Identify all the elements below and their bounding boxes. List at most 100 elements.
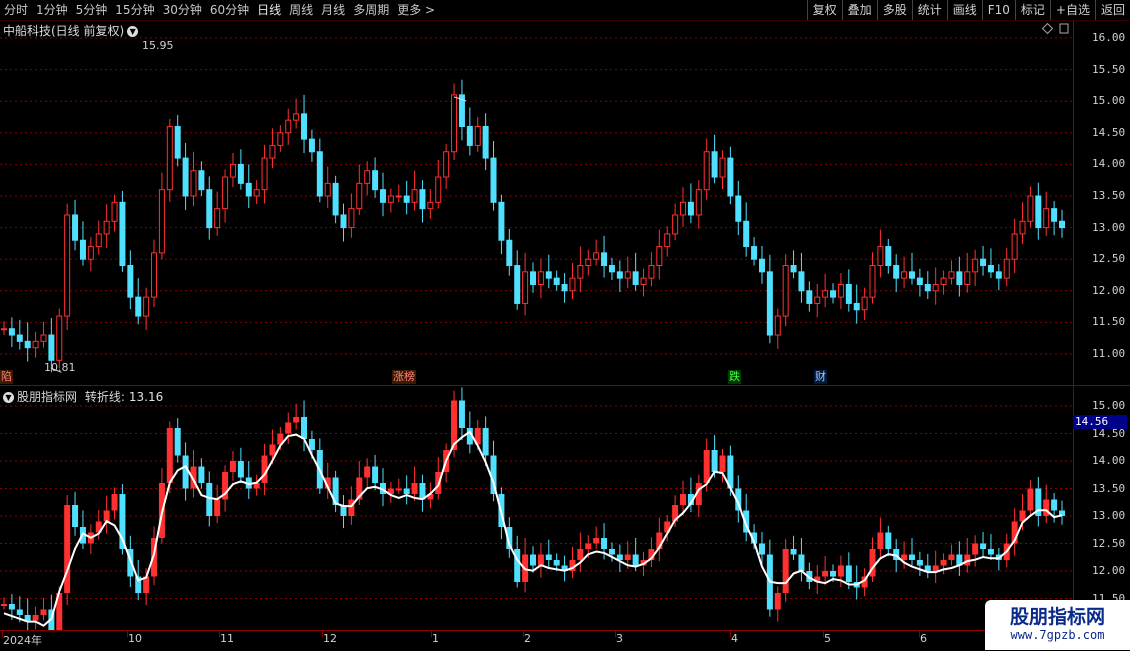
indicator-bar	[680, 494, 687, 505]
candle-body	[466, 125, 473, 146]
indicator-bar	[932, 565, 939, 571]
candle-body	[48, 334, 55, 361]
price-tick-label: 14.50	[1092, 125, 1126, 139]
indicator-bar	[530, 554, 536, 566]
candle-body	[995, 271, 1002, 279]
indicator-bar	[308, 439, 315, 450]
candle-body	[980, 258, 987, 267]
candle-body	[577, 265, 584, 279]
indicator-bar	[1, 604, 7, 606]
candle-body	[506, 239, 513, 267]
candle-body	[119, 201, 126, 267]
indicator-bar	[916, 560, 923, 566]
watermark-url: www.7gpzb.com	[1010, 628, 1105, 642]
candle-body	[624, 271, 631, 279]
candle-body	[830, 290, 837, 298]
tool-button-8[interactable]: 返回	[1094, 0, 1130, 20]
candle-body	[87, 246, 94, 260]
candle-body	[261, 157, 268, 191]
indicator-bar	[632, 554, 639, 566]
indicator-bar	[585, 543, 592, 549]
candle-body	[1027, 195, 1034, 222]
candle-body	[640, 277, 647, 285]
indicator-bar	[837, 565, 844, 577]
candle-body	[1, 328, 7, 331]
candle-body	[40, 334, 47, 342]
indicator-bar	[885, 532, 892, 549]
candle-body	[285, 119, 292, 134]
candle-body	[1043, 208, 1050, 229]
candle-body	[166, 125, 173, 191]
candle-body	[1051, 208, 1058, 222]
price-tick-label: 14.00	[1092, 157, 1126, 171]
date-tick-label: 1	[432, 632, 439, 645]
candle-body	[245, 182, 252, 197]
indicator-bar	[774, 593, 781, 610]
candle-body	[340, 214, 347, 229]
candle-body	[972, 258, 979, 273]
candle-body	[293, 113, 300, 121]
indicator-bar	[758, 543, 765, 555]
date-axis[interactable]: 2024年 10 11 12 1 2 3 4 5 6	[0, 630, 1073, 651]
date-tick-label: 4	[731, 632, 738, 645]
indicator-bar	[403, 488, 410, 494]
candle-body	[1035, 195, 1042, 229]
date-tick-label: 2	[524, 632, 531, 645]
candle-body	[806, 290, 813, 304]
indicator-tick-label: 15.00	[1092, 399, 1126, 412]
candle-body	[222, 176, 229, 210]
indicator-bar	[908, 554, 915, 560]
price-tick-label: 11.00	[1092, 347, 1126, 360]
candle-body	[364, 170, 371, 184]
date-tick-label: 6	[920, 632, 927, 645]
candle-body	[601, 252, 608, 267]
candle-body	[411, 189, 418, 203]
candle-body	[545, 271, 552, 279]
current-price-badge: 14.56	[1073, 415, 1127, 429]
low-marker	[51, 367, 62, 373]
candle-body	[435, 176, 442, 203]
candle-body	[553, 277, 560, 285]
candle-body	[427, 201, 434, 210]
candle-body	[419, 189, 426, 210]
candle-body	[869, 265, 876, 298]
kline-chart[interactable]	[0, 0, 1073, 630]
candle-body	[301, 113, 308, 140]
candle-body	[24, 340, 31, 349]
indicator-bar	[214, 499, 221, 516]
indicator-bar	[40, 609, 47, 615]
indicator-bar	[411, 483, 418, 494]
date-tick-label: 5	[824, 632, 831, 645]
candle-body	[324, 182, 331, 197]
candle-body	[443, 151, 450, 178]
candle-body	[924, 283, 931, 292]
candle-body	[474, 125, 481, 146]
candle-body	[964, 271, 971, 285]
candle-body	[522, 271, 529, 304]
date-tick-label: 12	[323, 632, 337, 645]
candle-body	[593, 252, 600, 260]
candle-body	[893, 265, 900, 279]
indicator-bar	[1051, 499, 1058, 511]
candle-body	[237, 163, 244, 184]
date-tick-label: 3	[616, 632, 623, 645]
candle-body	[332, 182, 339, 216]
candle-body	[774, 315, 781, 336]
indicator-tick-label: 13.50	[1092, 481, 1126, 495]
candle-body	[174, 125, 181, 159]
price-axis[interactable]: 16.00 15.50 15.00 14.50 14.00 13.50 13.00 12.50…	[1073, 21, 1130, 385]
candle-body	[932, 283, 939, 292]
candle-body	[648, 265, 655, 279]
candle-body	[664, 233, 671, 248]
indicator-bar	[798, 554, 805, 571]
candle-body	[482, 125, 489, 159]
candle-body	[490, 157, 497, 203]
candle-body	[348, 208, 355, 229]
price-tick-label: 12.00	[1092, 283, 1126, 297]
indicator-bar	[229, 461, 236, 472]
candle-body	[672, 214, 679, 235]
candle-body	[182, 157, 189, 197]
candle-body	[16, 334, 23, 342]
candle-body	[190, 170, 197, 197]
indicator-bar	[301, 417, 308, 439]
